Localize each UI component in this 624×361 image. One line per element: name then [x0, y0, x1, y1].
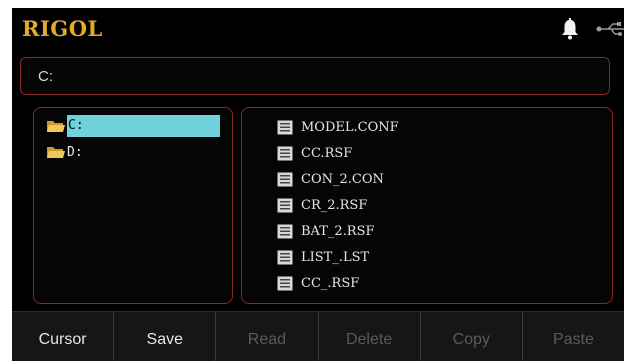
- file-icon: [277, 224, 293, 238]
- file-name: CC.RSF: [301, 145, 353, 161]
- file-name: CR_2.RSF: [301, 197, 368, 213]
- file-icon: [277, 120, 293, 134]
- path-value: C:: [38, 68, 53, 85]
- copy-button[interactable]: Copy: [421, 312, 523, 361]
- file-panel: MODEL.CONF CC.RSF CON_2.CON CR_2.RSF BAT…: [241, 107, 613, 304]
- folder-icon: [47, 146, 65, 158]
- bell-icon: [562, 18, 578, 40]
- file-icon: [277, 276, 293, 290]
- file-icon: [277, 146, 293, 160]
- file-item[interactable]: LIST_.LST: [277, 246, 369, 268]
- delete-button[interactable]: Delete: [319, 312, 421, 361]
- directory-label: D:: [67, 144, 83, 160]
- cursor-button[interactable]: Cursor: [12, 312, 115, 361]
- directory-item-d[interactable]: D:: [46, 141, 83, 163]
- file-item[interactable]: CC_.RSF: [277, 272, 359, 294]
- file-item[interactable]: CR_2.RSF: [277, 194, 367, 216]
- softkey-bar: Cursor Save Read Delete Copy Paste: [12, 311, 624, 361]
- file-icon: [277, 250, 293, 264]
- file-name: CON_2.CON: [301, 171, 384, 187]
- directory-item-c[interactable]: C:: [46, 115, 220, 137]
- file-name: MODEL.CONF: [301, 119, 399, 135]
- path-field[interactable]: C:: [20, 57, 610, 95]
- file-name: CC_.RSF: [301, 275, 360, 291]
- file-item[interactable]: CC.RSF: [277, 142, 352, 164]
- file-icon: [277, 198, 293, 212]
- file-icon: [277, 172, 293, 186]
- file-item[interactable]: MODEL.CONF: [277, 116, 399, 138]
- usb-icon: [596, 22, 624, 36]
- instrument-screen: RIGOL C: C: D: MODEL.CONF CC.RSF CON_2.C…: [12, 8, 624, 361]
- file-item[interactable]: BAT_2.RSF: [277, 220, 375, 242]
- paste-button[interactable]: Paste: [523, 312, 624, 361]
- read-button[interactable]: Read: [216, 312, 319, 361]
- folder-icon: [47, 120, 65, 132]
- save-button[interactable]: Save: [114, 312, 217, 361]
- directory-label: C:: [67, 115, 220, 137]
- brand-logo: RIGOL: [22, 16, 103, 41]
- directory-panel: C: D:: [33, 107, 233, 304]
- file-name: BAT_2.RSF: [301, 223, 375, 239]
- file-name: LIST_.LST: [301, 249, 370, 265]
- file-item[interactable]: CON_2.CON: [277, 168, 384, 190]
